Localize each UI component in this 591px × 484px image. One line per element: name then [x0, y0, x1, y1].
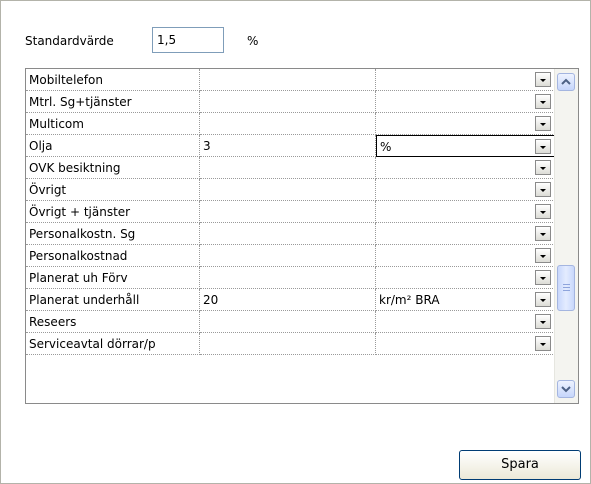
chevron-down-icon [561, 386, 571, 393]
save-button[interactable]: Spara [459, 450, 581, 480]
table-row: Personalkostn. Sg [26, 223, 555, 245]
table-row: Övrigt + tjänster [26, 201, 555, 223]
dropdown-arrow-icon[interactable] [535, 94, 551, 109]
scroll-up-button[interactable] [557, 73, 575, 91]
standard-value-input[interactable]: 1,5 [152, 27, 224, 53]
unit-value: kr/m² BRA [379, 293, 440, 307]
value-cell[interactable] [200, 179, 376, 201]
value-cell[interactable] [200, 333, 376, 355]
cost-type-cell: Serviceavtal dörrar/p [26, 333, 200, 355]
table-row: Olja 3% [26, 135, 555, 157]
value-cell[interactable] [200, 223, 376, 245]
unit-select-cell[interactable] [376, 69, 555, 91]
unit-select-cell[interactable] [376, 157, 555, 179]
thumb-grip [563, 284, 570, 285]
cost-type-cell: Personalkostn. Sg [26, 223, 200, 245]
thumb-grip [563, 287, 570, 288]
cost-type-cell: Personalkostnad [26, 245, 200, 267]
value-cell[interactable] [200, 113, 376, 135]
table-row: Planerat underhåll 20 kr/m² BRA [26, 289, 555, 311]
chevron-up-icon [561, 78, 571, 85]
table-row: OVK besiktning [26, 157, 555, 179]
cost-type-cell: Planerat uh Förv [26, 267, 200, 289]
cost-type-cell: Mtrl. Sg+tjänster [26, 91, 200, 113]
unit-select-cell[interactable] [376, 179, 555, 201]
dropdown-arrow-icon[interactable] [535, 182, 551, 197]
dropdown-arrow-icon[interactable] [535, 270, 551, 285]
table-row: Planerat uh Förv [26, 267, 555, 289]
cost-type-cell: Reseers [26, 311, 200, 333]
dropdown-arrow-icon[interactable] [535, 336, 551, 351]
cost-type-cell: Multicom [26, 113, 200, 135]
value-cell[interactable]: 3 [200, 135, 376, 157]
unit-select-cell[interactable] [376, 245, 555, 267]
value-cell[interactable] [200, 157, 376, 179]
scroll-thumb[interactable] [557, 265, 575, 311]
table-row: Mtrl. Sg+tjänster [26, 91, 555, 113]
standard-value-label: Standardvärde [25, 34, 114, 48]
cost-type-cell: Övrigt + tjänster [26, 201, 200, 223]
cost-type-cell: OVK besiktning [26, 157, 200, 179]
unit-select-cell[interactable]: kr/m² BRA [376, 289, 555, 311]
cost-type-cell: Mobiltelefon [26, 69, 200, 91]
unit-select-cell[interactable] [376, 201, 555, 223]
dropdown-arrow-icon[interactable] [535, 72, 551, 87]
table-row: Multicom [26, 113, 555, 135]
table-row: Reseers [26, 311, 555, 333]
unit-value: % [380, 140, 392, 154]
thumb-grip [563, 290, 570, 291]
value-cell[interactable] [200, 201, 376, 223]
vertical-scrollbar[interactable] [554, 69, 578, 403]
value-cell[interactable] [200, 267, 376, 289]
value-cell[interactable]: 20 [200, 289, 376, 311]
form-panel: Standardvärde 1,5 % Mobiltelefon Mtrl. Sg… [0, 0, 591, 484]
scroll-down-button[interactable] [557, 380, 575, 398]
cost-type-cell: Övrigt [26, 179, 200, 201]
table-row: Övrigt [26, 179, 555, 201]
cost-type-cell: Olja [26, 135, 200, 157]
unit-select-cell[interactable] [376, 113, 555, 135]
unit-select-cell[interactable] [376, 223, 555, 245]
unit-select-cell[interactable]: % [376, 135, 555, 157]
table-row: Personalkostnad [26, 245, 555, 267]
dropdown-arrow-icon[interactable] [535, 248, 551, 263]
value-cell[interactable] [200, 311, 376, 333]
dropdown-arrow-icon[interactable] [535, 116, 551, 131]
cost-grid: Mobiltelefon Mtrl. Sg+tjänster Multicom Olj… [25, 68, 579, 404]
standard-value-unit: % [247, 34, 259, 48]
unit-select-cell[interactable] [376, 311, 555, 333]
table-row: Mobiltelefon [26, 69, 555, 91]
cost-type-cell: Planerat underhåll [26, 289, 200, 311]
dropdown-arrow-icon[interactable] [535, 314, 551, 329]
dropdown-arrow-icon[interactable] [535, 160, 551, 175]
dropdown-arrow-icon[interactable] [535, 204, 551, 219]
table-row: Serviceavtal dörrar/p [26, 333, 555, 355]
unit-select-cell[interactable] [376, 333, 555, 355]
dropdown-arrow-icon[interactable] [535, 292, 551, 307]
dropdown-arrow-icon[interactable] [535, 226, 551, 241]
value-cell[interactable] [200, 245, 376, 267]
dropdown-arrow-icon[interactable] [535, 139, 551, 154]
standard-value-row: Standardvärde 1,5 % [25, 27, 325, 55]
unit-select-cell[interactable] [376, 267, 555, 289]
value-cell[interactable] [200, 69, 376, 91]
unit-select-cell[interactable] [376, 91, 555, 113]
value-cell[interactable] [200, 91, 376, 113]
